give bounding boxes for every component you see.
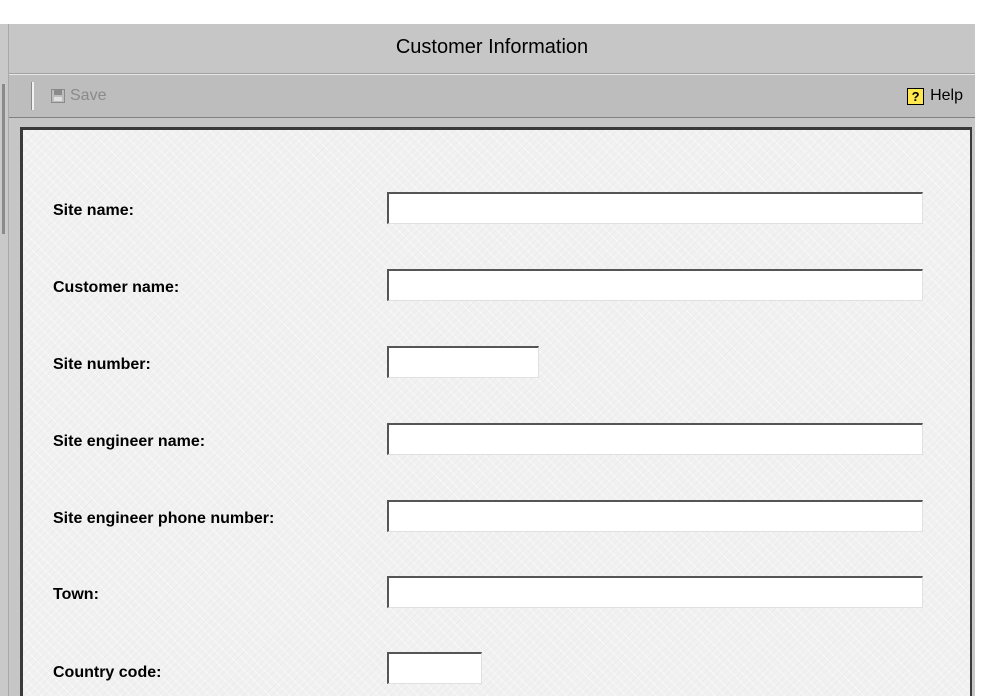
site-number-input[interactable] [387, 346, 539, 378]
window-title: Customer Information [395, 36, 589, 58]
site-number-label: Site number: [53, 356, 151, 373]
site-engineer-name-input[interactable] [387, 423, 923, 455]
save-button-label: Save [70, 87, 107, 104]
site-engineer-phone-input[interactable] [387, 500, 923, 532]
customer-name-label: Customer name: [53, 279, 180, 296]
toolbar: Save ? Help [9, 74, 975, 118]
town-input[interactable] [387, 576, 923, 608]
site-name-input[interactable] [387, 192, 923, 224]
top-margin [0, 0, 981, 24]
country-code-label: Country code: [53, 664, 162, 681]
site-engineer-name-label: Site engineer name: [53, 433, 206, 450]
country-code-input[interactable] [387, 652, 482, 684]
help-button[interactable]: ? Help [907, 84, 963, 108]
title-bar: Customer Information [9, 24, 975, 74]
site-name-label: Site name: [53, 202, 134, 219]
form-panel: Site name: Customer name: Site number: S… [20, 127, 972, 696]
floppy-disk-icon [51, 89, 65, 103]
customer-name-input[interactable] [387, 269, 923, 301]
save-button[interactable]: Save [51, 85, 106, 107]
toolbar-separator [31, 82, 34, 110]
question-mark-icon: ? [907, 87, 925, 105]
help-button-label: Help [930, 87, 963, 104]
left-frame [0, 24, 9, 696]
left-frame-edge [2, 84, 5, 234]
app-window: Customer Information Save ? Help Site na… [0, 0, 981, 696]
town-label: Town: [53, 586, 99, 603]
content-area: Site name: Customer name: Site number: S… [9, 118, 975, 696]
site-engineer-phone-label: Site engineer phone number: [53, 510, 275, 527]
